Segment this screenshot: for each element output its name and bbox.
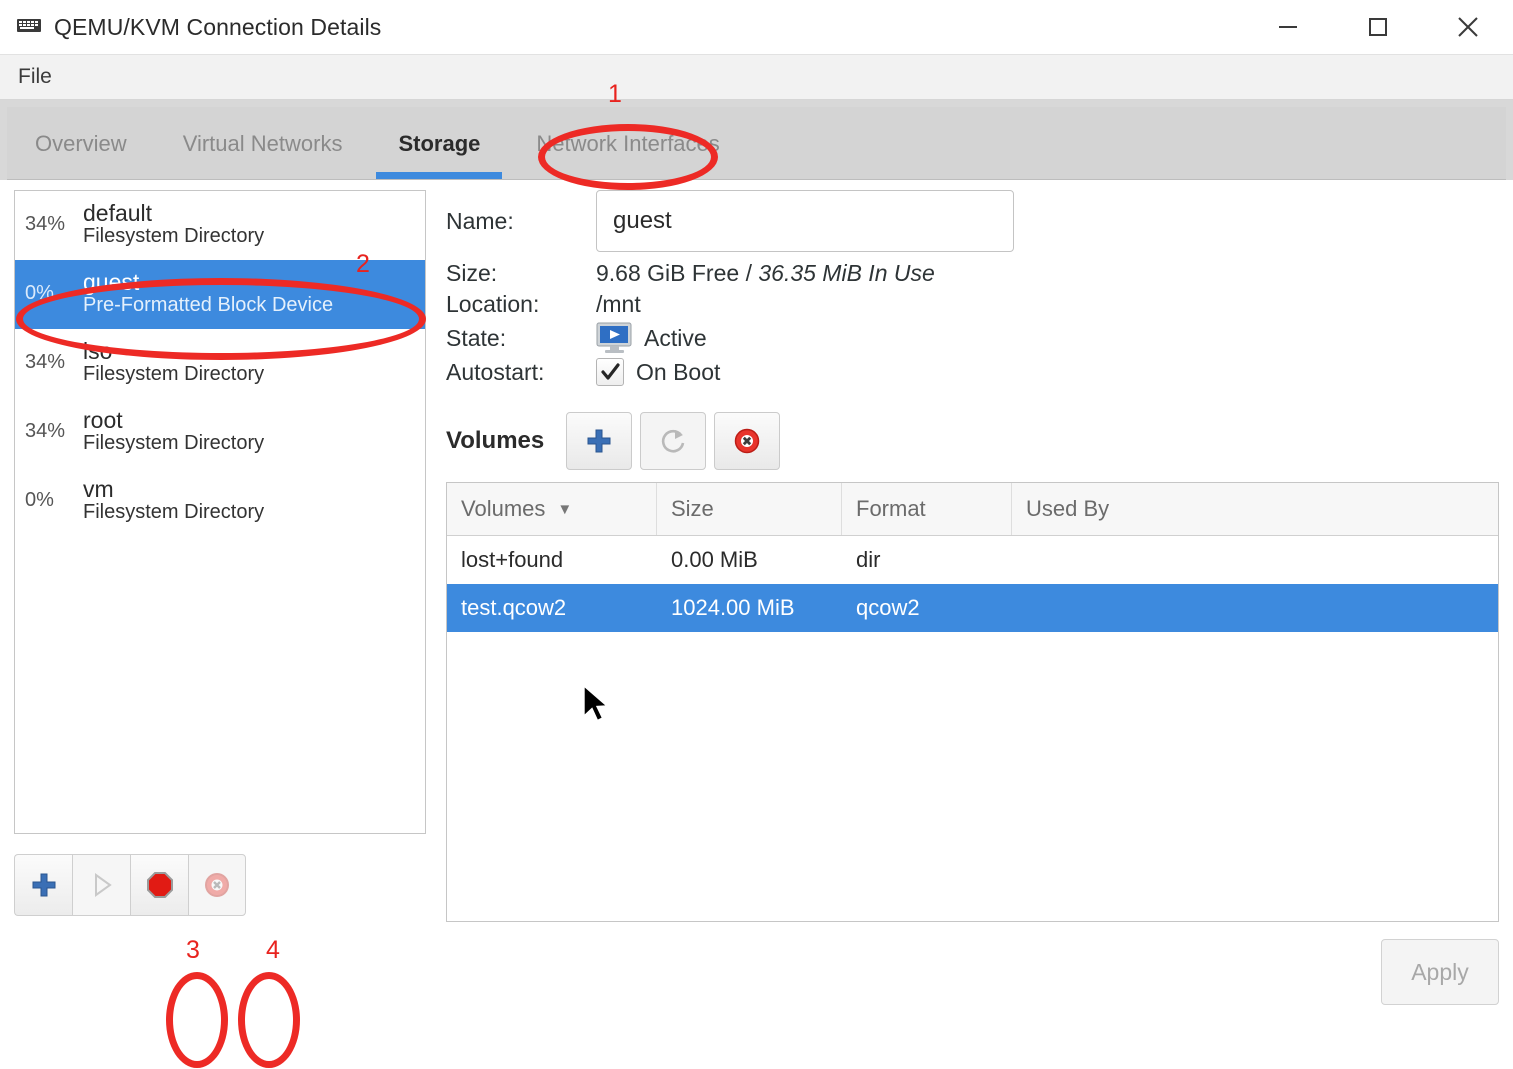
field-name: Name: [446,190,1499,252]
volume-name: lost+found [447,547,657,573]
pool-list-item-guest[interactable]: 0% guest Pre-Formatted Block Device [15,260,425,329]
monitor-active-icon [596,322,634,354]
volume-name: test.qcow2 [447,595,657,621]
notebook: Overview Virtual Networks Storage Networ… [0,100,1513,180]
pool-list-item-iso[interactable]: 34% iso Filesystem Directory [15,329,425,398]
pool-usage-percent: 34% [25,420,83,443]
pool-name-input[interactable] [596,190,1014,252]
pool-toolbar [14,834,426,922]
refresh-volumes-button[interactable] [640,412,706,470]
field-size: Size: 9.68 GiB Free / 36.35 MiB In Use [446,260,1499,287]
column-header-format[interactable]: Format [842,483,1012,535]
location-label: Location: [446,291,596,318]
tabstrip: Overview Virtual Networks Storage Networ… [7,107,1506,180]
delete-circle-icon [202,870,232,900]
close-button[interactable] [1423,0,1513,54]
autostart-label: Autostart: [446,359,596,386]
refresh-icon [658,426,688,456]
stop-octagon-icon [145,870,175,900]
table-row[interactable]: lost+found 0.00 MiB dir [447,536,1498,584]
field-autostart: Autostart: On Boot [446,358,1499,386]
plus-icon [29,870,59,900]
volume-format: dir [842,547,1012,573]
table-row[interactable]: test.qcow2 1024.00 MiB qcow2 [447,584,1498,632]
size-label: Size: [446,260,596,287]
pool-panel: 34% default Filesystem Directory 0% gues… [14,190,426,922]
volume-format: qcow2 [842,595,1012,621]
tab-virtual-networks[interactable]: Virtual Networks [155,109,371,179]
volume-size: 1024.00 MiB [657,595,842,621]
delete-volume-button[interactable] [714,412,780,470]
footer-bar: Apply [0,922,1513,1022]
storage-pool-list[interactable]: 34% default Filesystem Directory 0% gues… [14,190,426,834]
size-value: 9.68 GiB Free / 36.35 MiB In Use [596,260,935,287]
pool-usage-percent: 0% [25,282,83,305]
state-value: Active [644,325,707,352]
column-header-volumes[interactable]: Volumes ▼ [447,483,657,535]
tab-storage[interactable]: Storage [370,109,508,179]
column-header-label: Volumes [461,496,545,522]
delete-pool-button[interactable] [188,854,246,916]
pool-usage-percent: 34% [25,351,83,374]
maximize-button[interactable] [1333,0,1423,54]
play-icon [88,871,116,899]
pool-name: default [83,201,264,226]
state-label: State: [446,325,596,352]
start-pool-button[interactable] [72,854,130,916]
add-volume-button[interactable] [566,412,632,470]
volumes-table-header: Volumes ▼ Size Format Used By [447,483,1498,536]
field-state: State: Active [446,322,1499,354]
pool-type: Filesystem Directory [83,502,264,524]
stop-pool-button[interactable] [130,854,188,916]
close-icon [1453,12,1483,42]
pool-list-item-default[interactable]: 34% default Filesystem Directory [15,191,425,260]
pool-name: root [83,408,264,433]
autostart-value: On Boot [636,359,720,386]
pool-usage-percent: 0% [25,489,83,512]
field-location: Location: /mnt [446,291,1499,318]
app-monitor-icon [16,17,42,37]
pool-name: guest [83,270,333,295]
pool-name: iso [83,339,264,364]
size-inuse-text: 36.35 MiB In Use [758,260,934,286]
location-value: /mnt [596,291,641,318]
pool-type: Pre-Formatted Block Device [83,295,333,317]
checkmark-icon [600,362,620,382]
plus-icon [584,426,614,456]
apply-button[interactable]: Apply [1381,939,1499,1005]
tab-network-interfaces[interactable]: Network Interfaces [508,109,747,179]
menubar: File [0,54,1513,100]
pool-list-item-root[interactable]: 34% root Filesystem Directory [15,398,425,467]
pool-name: vm [83,477,264,502]
name-label: Name: [446,208,596,235]
minimize-icon [1275,14,1301,40]
column-header-size[interactable]: Size [657,483,842,535]
storage-tab-content: 34% default Filesystem Directory 0% gues… [0,180,1513,922]
column-header-used-by[interactable]: Used By [1012,483,1498,535]
volumes-title: Volumes [446,427,544,455]
autostart-checkbox[interactable] [596,358,624,386]
volume-size: 0.00 MiB [657,547,842,573]
window-title: QEMU/KVM Connection Details [54,14,381,41]
pool-type: Filesystem Directory [83,226,264,248]
pool-type: Filesystem Directory [83,433,264,455]
volumes-table[interactable]: Volumes ▼ Size Format Used By lost+found… [446,482,1499,922]
volumes-header: Volumes [446,412,1499,470]
size-free-text: 9.68 GiB Free / [596,260,752,286]
pool-usage-percent: 34% [25,213,83,236]
tab-overview[interactable]: Overview [7,109,155,179]
pool-type: Filesystem Directory [83,364,264,386]
pool-details-panel: Name: Size: 9.68 GiB Free / 36.35 MiB In… [426,190,1499,922]
delete-circle-icon [732,426,762,456]
pool-list-item-vm[interactable]: 0% vm Filesystem Directory [15,467,425,536]
window-titlebar: QEMU/KVM Connection Details [0,0,1513,54]
sort-descending-icon: ▼ [557,501,572,518]
window-controls [1243,0,1513,54]
minimize-button[interactable] [1243,0,1333,54]
add-pool-button[interactable] [14,854,72,916]
maximize-icon [1365,14,1391,40]
menu-item-file[interactable]: File [0,55,70,99]
